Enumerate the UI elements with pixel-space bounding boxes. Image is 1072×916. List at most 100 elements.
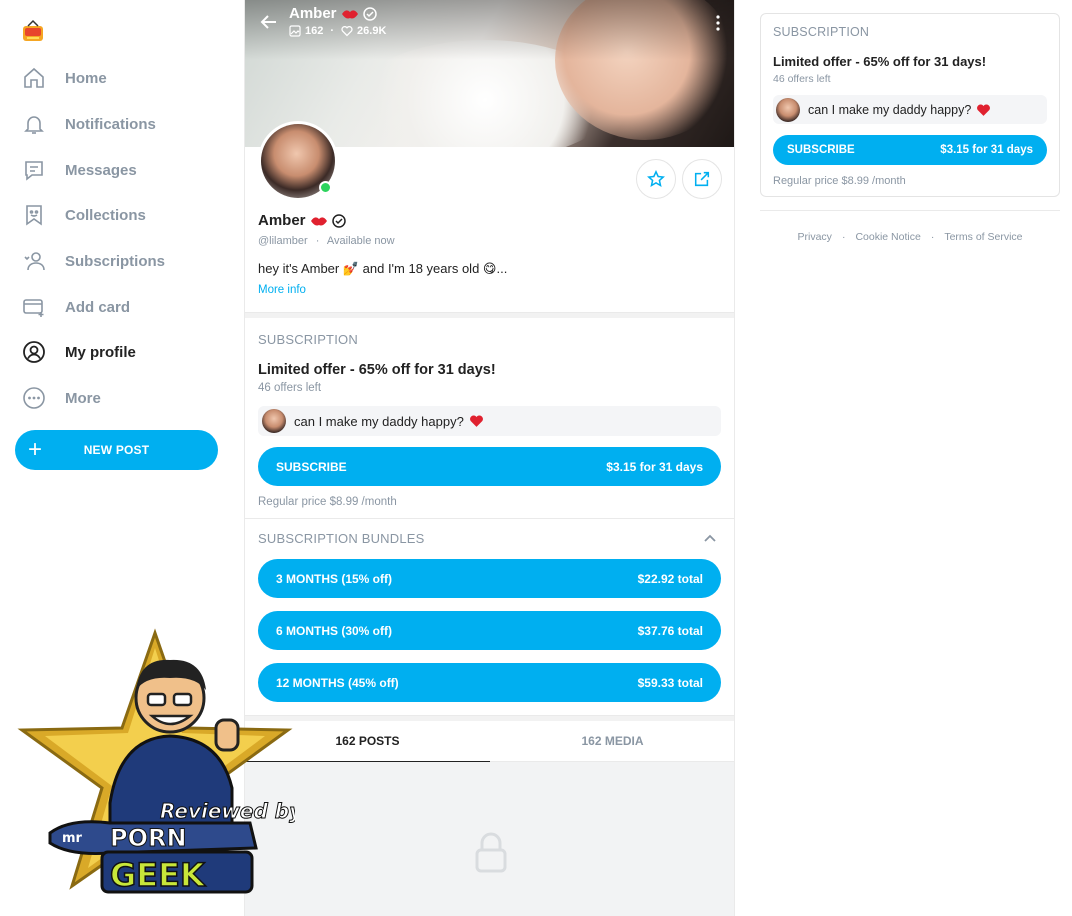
offers-left: 46 offers left [258,382,322,394]
stats-separator: · [330,25,335,37]
sidebar-item-label: Messages [65,161,137,179]
sidebar-item-collections[interactable]: Collections [20,195,230,235]
chevron-up-icon[interactable] [703,533,717,543]
cover-stats: 162 · 26.9K [289,25,386,37]
profile-tabs: 162 POSTS 162 MEDIA [245,722,734,763]
bundle-button[interactable]: 3 MONTHS (15% off) $22.92 total [258,559,721,598]
badge-reviewed-text: Reviewed by [160,799,295,823]
subscription-section-label: SUBSCRIPTION [773,25,870,39]
regular-price: Regular price $8.99 /month [258,496,397,508]
profile-handle: @lilamber [258,235,308,247]
back-arrow-icon[interactable] [259,12,279,32]
bundle-price: $59.33 total [637,675,703,690]
profile-name-text: Amber [258,212,306,229]
divider [245,312,734,318]
regular-price: Regular price $8.99 /month [773,175,906,187]
badge-porn-text: PORN [110,824,187,852]
offer-title: Limited offer - 65% off for 31 days! [773,54,987,69]
subscribe-button[interactable]: SUBSCRIBE $3.15 for 31 days [258,447,721,486]
offer-message: can I make my daddy happy? [258,406,721,436]
more-icon [20,384,48,412]
sidebar-item-notifications[interactable]: Notifications [20,104,230,144]
profile-bio: hey it's Amber 💅 and I'm 18 years old 😋.… [258,261,508,276]
sidebar-item-subscriptions[interactable]: Subscriptions [20,241,230,281]
verified-icon [362,6,377,21]
image-icon [289,25,301,37]
footer-link-privacy[interactable]: Privacy [798,231,832,243]
subscribe-label: SUBSCRIBE [276,459,347,474]
bundle-price: $37.76 total [637,623,703,638]
offers-left: 46 offers left [773,73,831,85]
profile-column: Amber 162 · 26.9K Amber @lilamber · Avai… [244,0,735,916]
bundle-label: 3 MONTHS (15% off) [276,571,393,586]
sidebar-item-label: Subscriptions [65,252,166,270]
star-icon [647,170,665,188]
footer-separator: · [930,231,935,243]
verified-icon [331,213,346,228]
sidebar-item-more[interactable]: More [20,378,230,418]
media-count: 162 [305,25,324,37]
home-icon [20,64,48,92]
tab-media[interactable]: 162 MEDIA [490,722,734,761]
bookmark-icon [20,201,48,229]
divider [245,715,734,721]
footer-separator: · [841,231,846,243]
subscription-card: SUBSCRIPTION Limited offer - 65% off for… [760,13,1060,197]
sidebar-item-my-profile[interactable]: My profile [20,332,230,372]
more-info-link[interactable]: More info [258,284,306,296]
sidebar-item-home[interactable]: Home [20,58,230,98]
profile-icon [20,338,48,366]
user-heart-icon [20,247,48,275]
sidebar-item-messages[interactable]: Messages [20,150,230,190]
new-post-label: NEW POST [83,443,150,457]
cover-name: Amber [289,5,377,22]
message-avatar [262,409,286,433]
lips-icon [341,9,358,18]
heart-icon [469,415,483,427]
share-icon [694,171,710,187]
sidebar-item-label: Collections [65,206,146,224]
sidebar-item-label: Notifications [65,115,156,133]
footer-link-terms[interactable]: Terms of Service [944,231,1022,243]
online-indicator [319,181,332,194]
sidebar-item-label: Add card [65,298,131,316]
lips-icon [310,216,327,225]
likes-count: 26.9K [357,25,387,37]
bundles-section-label: SUBSCRIPTION BUNDLES [258,531,425,546]
new-post-button[interactable]: + NEW POST [15,430,218,470]
kebab-menu-icon[interactable] [715,14,721,32]
app-logo-icon[interactable] [20,18,46,44]
footer-link-cookie-notice[interactable]: Cookie Notice [855,231,920,243]
sidebar-item-label: More [65,389,101,407]
footer-links: Privacy · Cookie Notice · Terms of Servi… [760,210,1060,243]
profile-status: Available now [326,235,395,247]
subscribe-price: $3.15 for 31 days [606,459,703,474]
favorite-button[interactable] [636,159,676,199]
subscribe-button[interactable]: SUBSCRIBE $3.15 for 31 days [773,135,1047,165]
share-button[interactable] [682,159,722,199]
bundle-button[interactable]: 6 MONTHS (30% off) $37.76 total [258,611,721,650]
bundle-button[interactable]: 12 MONTHS (45% off) $59.33 total [258,663,721,702]
badge-mr-text: mr [62,831,83,846]
profile-name: Amber [258,212,346,229]
subscription-section-label: SUBSCRIPTION [258,332,358,347]
offer-message: can I make my daddy happy? [773,95,1047,124]
cover-image: Amber 162 · 26.9K [245,0,734,147]
offer-message-text: can I make my daddy happy? [808,102,972,117]
divider [245,518,734,519]
card-icon [20,293,48,321]
cover-name-text: Amber [289,5,337,22]
sidebar-item-label: My profile [65,343,136,361]
subscribe-label: SUBSCRIBE [787,144,855,156]
lock-icon [475,832,507,873]
profile-handle-row: @lilamber · Available now [258,235,395,247]
sidebar-item-label: Home [65,69,107,87]
sidebar-item-add-card[interactable]: Add card [20,287,230,327]
badge-geek-text: GEEK [110,856,206,894]
subscribe-price: $3.15 for 31 days [940,144,1033,156]
heart-outline-icon [341,26,353,37]
offer-message-text: can I make my daddy happy? [294,413,464,429]
bundle-price: $22.92 total [637,571,703,586]
message-icon [20,156,48,184]
avatar[interactable] [258,121,338,201]
